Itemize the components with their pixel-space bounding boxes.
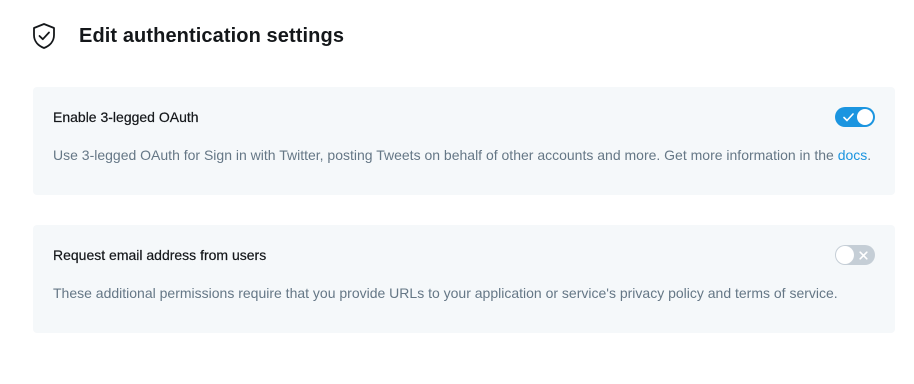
toggle-knob bbox=[836, 246, 854, 264]
x-icon bbox=[855, 245, 871, 265]
description-suffix: . bbox=[867, 147, 872, 163]
setting-card-email: Request email address from users These a… bbox=[33, 225, 895, 333]
email-toggle[interactable] bbox=[835, 245, 875, 265]
shield-check-icon bbox=[33, 23, 55, 49]
toggle-knob bbox=[857, 109, 873, 125]
page-title: Edit authentication settings bbox=[79, 24, 345, 47]
setting-description-email: These additional permissions require tha… bbox=[53, 285, 838, 301]
docs-link[interactable]: docs bbox=[838, 147, 868, 163]
setting-title-oauth: Enable 3-legged OAuth bbox=[53, 109, 199, 125]
description-text: Use 3-legged OAuth for Sign in with Twit… bbox=[53, 147, 838, 163]
auth-settings-page: Edit authentication settings Enable 3-le… bbox=[0, 0, 914, 384]
oauth-toggle[interactable] bbox=[835, 107, 875, 127]
setting-card-oauth: Enable 3-legged OAuth Use 3-legged OAuth… bbox=[33, 87, 895, 195]
setting-title-email: Request email address from users bbox=[53, 247, 267, 263]
check-icon bbox=[840, 107, 856, 127]
page-header: Edit authentication settings bbox=[31, 22, 344, 50]
setting-description-oauth: Use 3-legged OAuth for Sign in with Twit… bbox=[53, 147, 871, 163]
